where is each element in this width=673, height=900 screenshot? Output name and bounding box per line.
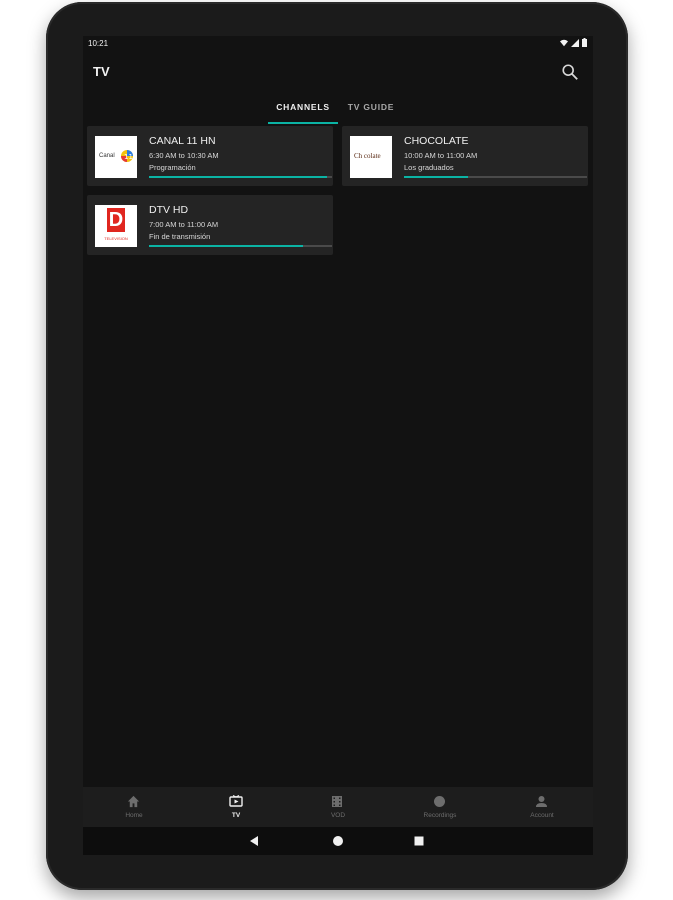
record-icon (434, 796, 445, 807)
logo-letter: D (107, 208, 125, 232)
status-icons (560, 38, 587, 47)
page-title: TV (93, 64, 110, 79)
channel-logo-canal-11: Canal 11 (95, 136, 137, 178)
tab-channels[interactable]: CHANNELS (268, 96, 338, 124)
recents-icon[interactable] (411, 833, 427, 849)
bottom-navigation: Home TV VOD Recordings Account (83, 787, 593, 827)
app-bar: TV (83, 52, 593, 92)
program-title: Programación (149, 163, 196, 172)
tv-icon (229, 795, 243, 807)
program-progress (404, 176, 587, 178)
progress-fill (149, 245, 303, 247)
program-time: 6:30 AM to 10:30 AM (149, 151, 219, 160)
nav-home[interactable]: Home (83, 787, 185, 827)
nav-label: VOD (330, 812, 346, 819)
nav-label: TV (231, 812, 241, 819)
logo-text: Canal (99, 153, 115, 159)
nav-label: Recordings (423, 812, 457, 819)
channel-card-dtv-hd[interactable]: D TELEVISION DTV HD 7:00 AM to 11:00 AM … (87, 195, 333, 255)
nav-label: Home (125, 812, 143, 819)
channel-name: CANAL 11 HN (149, 135, 216, 147)
program-progress (149, 245, 332, 247)
account-icon (536, 796, 547, 807)
app-screen: 10:21 TV CHANNELS TV GUIDE Canal 11 CANA (83, 36, 593, 855)
status-bar: 10:21 (83, 36, 593, 52)
canal-11-mark-icon: 11 (121, 150, 133, 162)
channel-name: CHOCOLATE (404, 135, 469, 147)
program-title: Los graduados (404, 163, 454, 172)
channel-logo-chocolate: Ch colate (350, 136, 392, 178)
back-icon[interactable] (247, 833, 263, 849)
nav-recordings[interactable]: Recordings (389, 787, 491, 827)
nav-account[interactable]: Account (491, 787, 593, 827)
program-progress (149, 176, 332, 178)
tab-bar: CHANNELS TV GUIDE (83, 96, 593, 124)
nav-label: Account (530, 812, 554, 819)
nav-tv[interactable]: TV (185, 787, 287, 827)
channel-logo-dtv-hd: D TELEVISION (95, 205, 137, 247)
logo-text: Ch colate (354, 152, 381, 160)
logo-subtext: TELEVISION (104, 236, 128, 241)
nav-vod[interactable]: VOD (287, 787, 389, 827)
channel-card-canal-11[interactable]: Canal 11 CANAL 11 HN 6:30 AM to 10:30 AM… (87, 126, 333, 186)
progress-fill (404, 176, 469, 178)
program-title: Fin de transmisión (149, 232, 211, 241)
search-icon[interactable] (561, 63, 579, 81)
battery-icon (582, 38, 587, 47)
channel-name: DTV HD (149, 204, 189, 216)
signal-icon (571, 38, 579, 47)
program-time: 10:00 AM to 11:00 AM (404, 151, 478, 160)
wifi-icon (560, 39, 568, 46)
system-navigation-bar (83, 827, 593, 855)
vod-icon (332, 796, 342, 807)
progress-fill (149, 176, 327, 178)
status-time: 10:21 (88, 39, 109, 48)
program-time: 7:00 AM to 11:00 AM (149, 220, 219, 229)
home-icon (127, 795, 140, 808)
svg-text:11: 11 (124, 153, 133, 161)
home-button-icon[interactable] (330, 833, 346, 849)
tab-tv-guide[interactable]: TV GUIDE (341, 96, 401, 122)
channel-card-chocolate[interactable]: Ch colate CHOCOLATE 10:00 AM to 11:00 AM… (342, 126, 588, 186)
